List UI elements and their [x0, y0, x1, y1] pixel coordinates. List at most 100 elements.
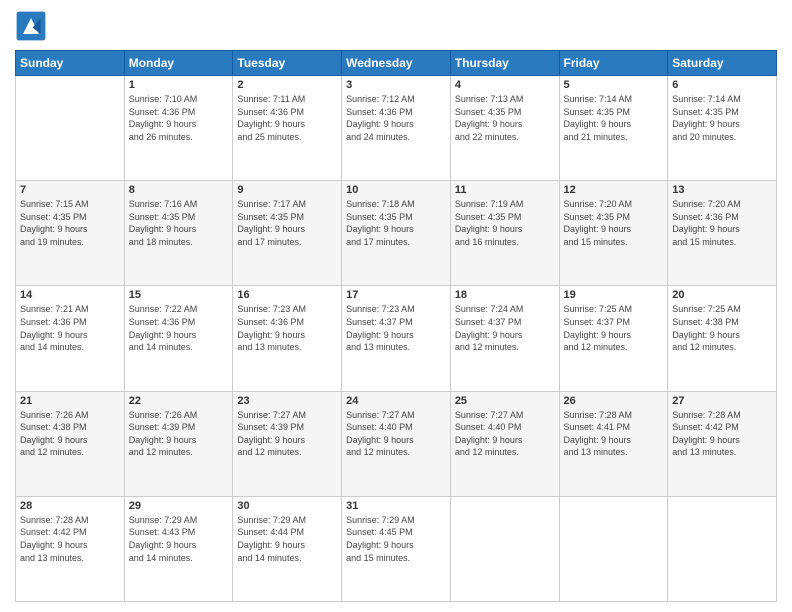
day-details: Sunrise: 7:16 AM Sunset: 4:35 PM Dayligh…	[129, 198, 229, 248]
day-details: Sunrise: 7:29 AM Sunset: 4:45 PM Dayligh…	[346, 514, 446, 564]
calendar-cell: 27 Sunrise: 7:28 AM Sunset: 4:42 PM Dayli…	[668, 391, 777, 496]
weekday-wednesday: Wednesday	[342, 51, 451, 76]
calendar-cell	[450, 496, 559, 601]
calendar-cell: 18Sunrise: 7:24 AM Sunset: 4:37 PM Dayli…	[450, 286, 559, 391]
day-number: 19	[564, 289, 664, 301]
day-number: 23	[237, 395, 337, 407]
week-row-2: 7Sunrise: 7:15 AM Sunset: 4:35 PM Daylig…	[16, 181, 777, 286]
calendar-cell: 16 Sunrise: 7:23 AM Sunset: 4:36 PM Dayli…	[233, 286, 342, 391]
calendar-cell: 17 Sunrise: 7:23 AM Sunset: 4:37 PM Dayli…	[342, 286, 451, 391]
day-number: 27	[672, 395, 772, 407]
day-details: Sunrise: 7:23 AM Sunset: 4:37 PM Dayligh…	[346, 303, 446, 353]
day-number: 2	[237, 79, 337, 91]
calendar-cell: 15Sunrise: 7:22 AM Sunset: 4:36 PM Dayli…	[124, 286, 233, 391]
day-number: 12	[564, 184, 664, 196]
calendar-cell	[668, 496, 777, 601]
day-details: Sunrise: 7:27 AM Sunset: 4:40 PM Dayligh…	[455, 409, 555, 459]
day-details: Sunrise: 7:23 AM Sunset: 4:36 PM Dayligh…	[237, 303, 337, 353]
day-details: Sunrise: 7:29 AM Sunset: 4:44 PM Dayligh…	[237, 514, 337, 564]
day-details: Sunrise: 7:28 AM Sunset: 4:42 PM Dayligh…	[672, 409, 772, 459]
calendar-cell: 19Sunrise: 7:25 AM Sunset: 4:37 PM Dayli…	[559, 286, 668, 391]
day-number: 24	[346, 395, 446, 407]
calendar-cell: 12 Sunrise: 7:20 AM Sunset: 4:35 PM Dayli…	[559, 181, 668, 286]
day-number: 13	[672, 184, 772, 196]
calendar-cell: 7Sunrise: 7:15 AM Sunset: 4:35 PM Daylig…	[16, 181, 125, 286]
day-number: 11	[455, 184, 555, 196]
calendar-cell: 30 Sunrise: 7:29 AM Sunset: 4:44 PM Dayli…	[233, 496, 342, 601]
day-details: Sunrise: 7:29 AM Sunset: 4:43 PM Dayligh…	[129, 514, 229, 564]
header	[15, 10, 777, 42]
day-details: Sunrise: 7:27 AM Sunset: 4:40 PM Dayligh…	[346, 409, 446, 459]
day-details: Sunrise: 7:18 AM Sunset: 4:35 PM Dayligh…	[346, 198, 446, 248]
day-number: 5	[564, 79, 664, 91]
calendar-cell: 14Sunrise: 7:21 AM Sunset: 4:36 PM Dayli…	[16, 286, 125, 391]
calendar-table: SundayMondayTuesdayWednesdayThursdayFrid…	[15, 50, 777, 602]
day-details: Sunrise: 7:17 AM Sunset: 4:35 PM Dayligh…	[237, 198, 337, 248]
calendar-cell: 8 Sunrise: 7:16 AM Sunset: 4:35 PM Daylig…	[124, 181, 233, 286]
week-row-3: 14Sunrise: 7:21 AM Sunset: 4:36 PM Dayli…	[16, 286, 777, 391]
week-row-5: 28 Sunrise: 7:28 AM Sunset: 4:42 PM Dayli…	[16, 496, 777, 601]
day-details: Sunrise: 7:27 AM Sunset: 4:39 PM Dayligh…	[237, 409, 337, 459]
weekday-friday: Friday	[559, 51, 668, 76]
day-details: Sunrise: 7:26 AM Sunset: 4:38 PM Dayligh…	[20, 409, 120, 459]
page: SundayMondayTuesdayWednesdayThursdayFrid…	[0, 0, 792, 612]
day-number: 21	[20, 395, 120, 407]
calendar-cell: 11 Sunrise: 7:19 AM Sunset: 4:35 PM Dayli…	[450, 181, 559, 286]
weekday-header-row: SundayMondayTuesdayWednesdayThursdayFrid…	[16, 51, 777, 76]
day-details: Sunrise: 7:20 AM Sunset: 4:36 PM Dayligh…	[672, 198, 772, 248]
day-details: Sunrise: 7:28 AM Sunset: 4:41 PM Dayligh…	[564, 409, 664, 459]
day-number: 4	[455, 79, 555, 91]
day-details: Sunrise: 7:20 AM Sunset: 4:35 PM Dayligh…	[564, 198, 664, 248]
day-number: 17	[346, 289, 446, 301]
day-details: Sunrise: 7:12 AM Sunset: 4:36 PM Dayligh…	[346, 93, 446, 143]
calendar-cell: 24 Sunrise: 7:27 AM Sunset: 4:40 PM Dayli…	[342, 391, 451, 496]
weekday-thursday: Thursday	[450, 51, 559, 76]
day-number: 16	[237, 289, 337, 301]
calendar-cell: 10 Sunrise: 7:18 AM Sunset: 4:35 PM Dayli…	[342, 181, 451, 286]
day-details: Sunrise: 7:26 AM Sunset: 4:39 PM Dayligh…	[129, 409, 229, 459]
day-number: 6	[672, 79, 772, 91]
calendar-cell: 6 Sunrise: 7:14 AM Sunset: 4:35 PM Daylig…	[668, 76, 777, 181]
week-row-1: 1Sunrise: 7:10 AM Sunset: 4:36 PM Daylig…	[16, 76, 777, 181]
day-details: Sunrise: 7:19 AM Sunset: 4:35 PM Dayligh…	[455, 198, 555, 248]
calendar-cell: 3 Sunrise: 7:12 AM Sunset: 4:36 PM Daylig…	[342, 76, 451, 181]
day-number: 30	[237, 500, 337, 512]
day-details: Sunrise: 7:25 AM Sunset: 4:38 PM Dayligh…	[672, 303, 772, 353]
week-row-4: 21 Sunrise: 7:26 AM Sunset: 4:38 PM Dayli…	[16, 391, 777, 496]
day-number: 20	[672, 289, 772, 301]
weekday-sunday: Sunday	[16, 51, 125, 76]
calendar-cell: 29 Sunrise: 7:29 AM Sunset: 4:43 PM Dayli…	[124, 496, 233, 601]
calendar-cell: 9 Sunrise: 7:17 AM Sunset: 4:35 PM Daylig…	[233, 181, 342, 286]
day-number: 9	[237, 184, 337, 196]
day-details: Sunrise: 7:15 AM Sunset: 4:35 PM Dayligh…	[20, 198, 120, 248]
day-number: 10	[346, 184, 446, 196]
weekday-tuesday: Tuesday	[233, 51, 342, 76]
day-number: 8	[129, 184, 229, 196]
day-number: 29	[129, 500, 229, 512]
day-details: Sunrise: 7:11 AM Sunset: 4:36 PM Dayligh…	[237, 93, 337, 143]
day-number: 28	[20, 500, 120, 512]
calendar-cell	[16, 76, 125, 181]
calendar-cell: 23 Sunrise: 7:27 AM Sunset: 4:39 PM Dayli…	[233, 391, 342, 496]
day-details: Sunrise: 7:14 AM Sunset: 4:35 PM Dayligh…	[564, 93, 664, 143]
calendar-cell: 1Sunrise: 7:10 AM Sunset: 4:36 PM Daylig…	[124, 76, 233, 181]
day-details: Sunrise: 7:13 AM Sunset: 4:35 PM Dayligh…	[455, 93, 555, 143]
day-details: Sunrise: 7:14 AM Sunset: 4:35 PM Dayligh…	[672, 93, 772, 143]
weekday-monday: Monday	[124, 51, 233, 76]
calendar-cell: 26 Sunrise: 7:28 AM Sunset: 4:41 PM Dayli…	[559, 391, 668, 496]
calendar-cell: 28 Sunrise: 7:28 AM Sunset: 4:42 PM Dayli…	[16, 496, 125, 601]
day-number: 14	[20, 289, 120, 301]
calendar-cell: 31 Sunrise: 7:29 AM Sunset: 4:45 PM Dayli…	[342, 496, 451, 601]
weekday-saturday: Saturday	[668, 51, 777, 76]
calendar-cell: 5 Sunrise: 7:14 AM Sunset: 4:35 PM Daylig…	[559, 76, 668, 181]
day-number: 25	[455, 395, 555, 407]
calendar-cell: 4 Sunrise: 7:13 AM Sunset: 4:35 PM Daylig…	[450, 76, 559, 181]
calendar-cell: 25 Sunrise: 7:27 AM Sunset: 4:40 PM Dayli…	[450, 391, 559, 496]
day-details: Sunrise: 7:28 AM Sunset: 4:42 PM Dayligh…	[20, 514, 120, 564]
calendar-cell: 21 Sunrise: 7:26 AM Sunset: 4:38 PM Dayli…	[16, 391, 125, 496]
day-number: 15	[129, 289, 229, 301]
day-number: 31	[346, 500, 446, 512]
day-number: 26	[564, 395, 664, 407]
day-number: 3	[346, 79, 446, 91]
calendar-cell: 20 Sunrise: 7:25 AM Sunset: 4:38 PM Dayli…	[668, 286, 777, 391]
